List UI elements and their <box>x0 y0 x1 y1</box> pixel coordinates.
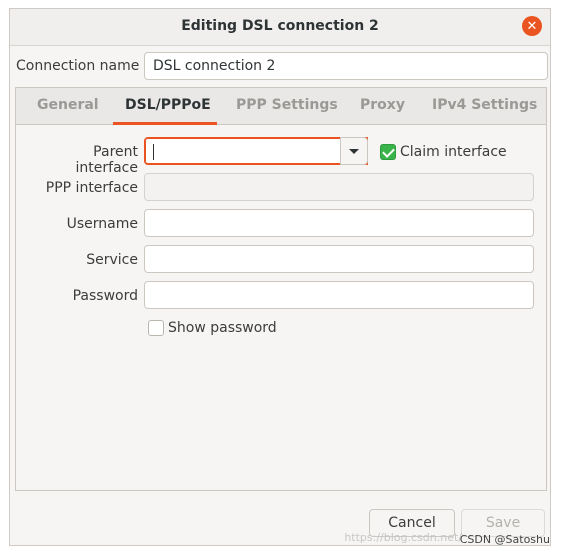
close-icon: ✕ <box>526 18 538 34</box>
tab-ppp-settings[interactable]: PPP Settings <box>236 97 338 113</box>
username-label: Username <box>66 216 138 232</box>
text-cursor <box>153 144 154 160</box>
tab-bar: General DSL/PPPoE PPP Settings Proxy IPv… <box>16 88 546 125</box>
parent-interface-dropdown-button[interactable] <box>340 137 368 165</box>
tab-general[interactable]: General <box>37 97 99 113</box>
service-input[interactable] <box>144 245 534 273</box>
ppp-interface-label: PPP interface <box>45 180 138 196</box>
chevron-down-icon <box>349 148 359 154</box>
window-title: Editing DSL connection 2 <box>181 18 379 34</box>
parent-interface-label: Parent interface <box>75 144 138 176</box>
tab-proxy[interactable]: Proxy <box>360 97 405 113</box>
show-password-label[interactable]: Show password <box>168 320 277 336</box>
watermark-credit: CSDN @Satoshu <box>459 533 550 546</box>
password-label: Password <box>72 288 138 304</box>
claim-interface-checkbox[interactable] <box>380 144 396 160</box>
dialog-window: Editing DSL connection 2 ✕ Connection na… <box>9 8 551 546</box>
connection-name-label: Connection name <box>16 58 140 74</box>
title-bar: Editing DSL connection 2 ✕ <box>10 9 550 46</box>
active-tab-indicator <box>113 122 217 125</box>
connection-name-input[interactable]: DSL connection 2 <box>144 52 548 80</box>
close-button[interactable]: ✕ <box>522 16 542 36</box>
username-input[interactable] <box>144 209 534 237</box>
claim-interface-label[interactable]: Claim interface <box>400 144 507 160</box>
service-label: Service <box>86 252 138 268</box>
watermark-text: https://blog.csdn.net/ <box>344 531 462 544</box>
password-input[interactable] <box>144 281 534 309</box>
tab-ipv4-settings[interactable]: IPv4 Settings <box>432 97 537 113</box>
ppp-interface-input <box>144 173 534 201</box>
parent-interface-input[interactable] <box>144 137 368 165</box>
show-password-checkbox[interactable] <box>148 320 164 336</box>
tab-dsl-pppoe[interactable]: DSL/PPPoE <box>125 97 211 113</box>
